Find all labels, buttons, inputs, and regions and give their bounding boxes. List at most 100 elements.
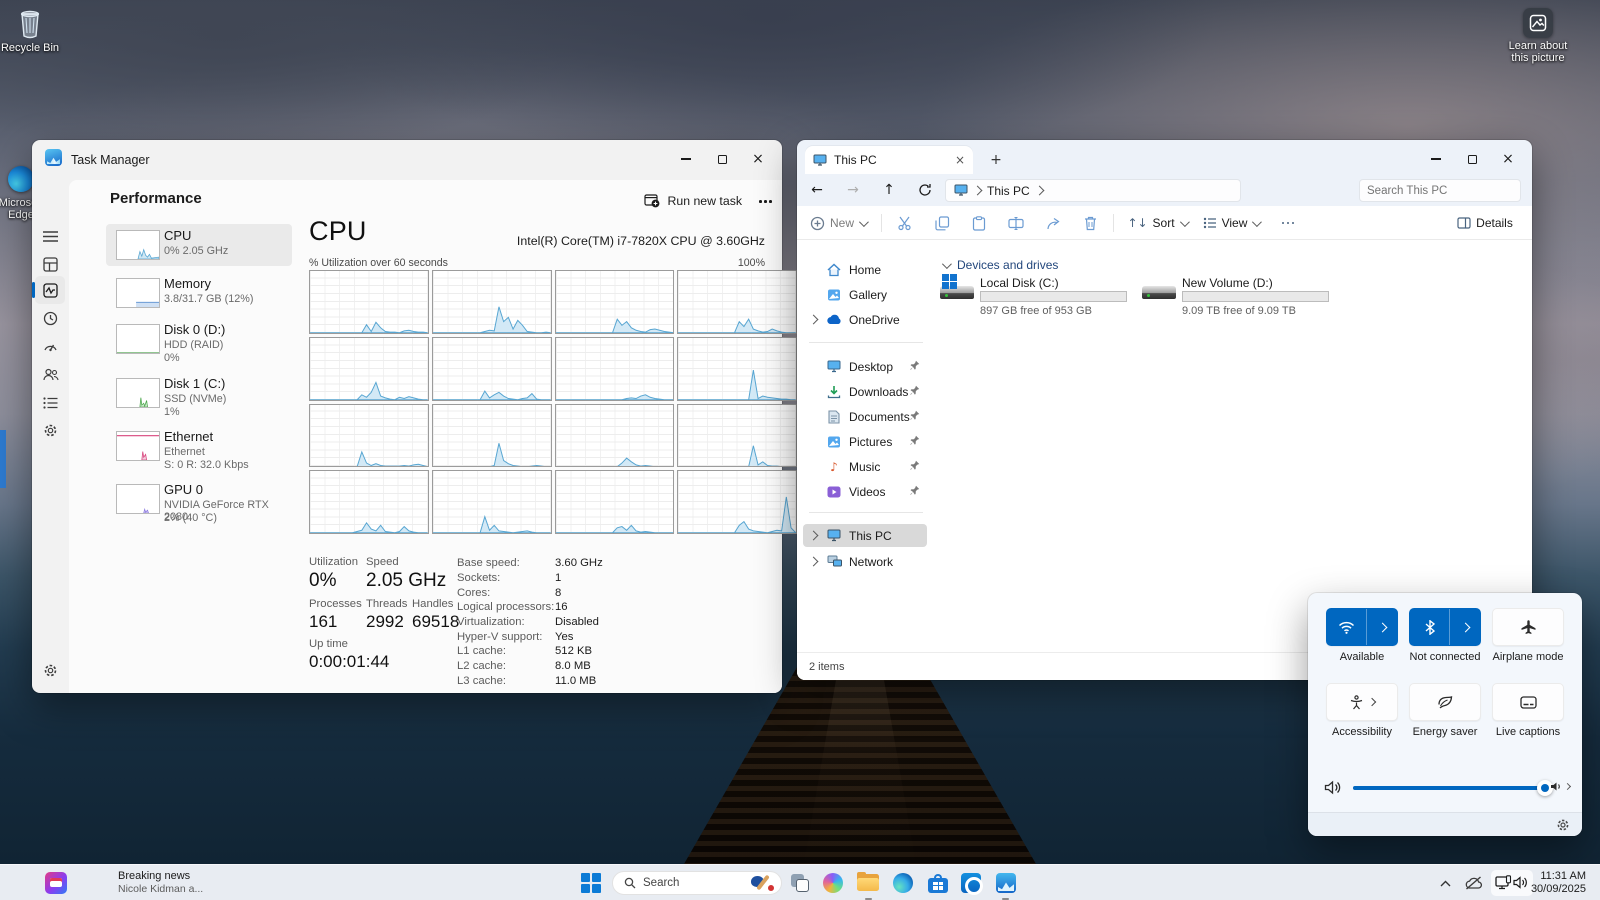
onedrive-tray-button[interactable] — [1462, 872, 1484, 894]
new-button[interactable]: New — [807, 212, 869, 234]
sidebar-item-home[interactable]: Home — [803, 258, 927, 281]
view-button[interactable]: View — [1197, 212, 1265, 234]
maximize-button[interactable] — [1454, 146, 1490, 172]
minimize-button[interactable] — [1418, 146, 1454, 172]
metric-item-gpu[interactable]: GPU 0 NVIDIA GeForce RTX 2080 2% (40 °C) — [106, 478, 292, 528]
bluetooth-tile[interactable] — [1409, 608, 1481, 646]
details-pane-button[interactable]: Details — [1450, 212, 1520, 234]
menu-icon[interactable] — [42, 228, 59, 245]
airplane-mode-tile[interactable] — [1492, 608, 1564, 646]
expand-chevron-icon[interactable] — [809, 531, 819, 541]
task-manager-titlebar[interactable]: Task Manager × — [32, 140, 782, 180]
performance-icon[interactable] — [42, 282, 59, 299]
more-options-button[interactable] — [755, 196, 776, 207]
address-bar[interactable]: This PC — [945, 179, 1241, 202]
cut-button[interactable] — [893, 212, 917, 234]
audio-output-button[interactable] — [1550, 780, 1570, 793]
store-button[interactable] — [927, 872, 949, 894]
sidebar-item-desktop[interactable]: Desktop — [803, 355, 927, 378]
start-button[interactable] — [580, 872, 602, 894]
tab-close-icon[interactable]: × — [955, 153, 965, 167]
copilot-button[interactable] — [822, 872, 844, 894]
processes-icon[interactable] — [42, 256, 59, 273]
bluetooth-icon[interactable] — [1410, 609, 1450, 645]
sidebar-item-downloads[interactable]: Downloads — [803, 380, 927, 403]
sidebar-item-pictures[interactable]: Pictures — [803, 430, 927, 453]
sidebar-item-gallery[interactable]: Gallery — [803, 283, 927, 306]
up-icon[interactable]: ↑ — [877, 179, 901, 201]
sort-button[interactable]: ↑↓ Sort — [1125, 212, 1189, 234]
clock[interactable]: 11:31 AM 30/09/2025 — [1531, 870, 1586, 896]
bluetooth-expand-button[interactable] — [1450, 609, 1480, 645]
sidebar-item-documents[interactable]: Documents — [803, 405, 927, 428]
metric-item-memory[interactable]: Memory 3.8/31.7 GB (12%) — [106, 272, 292, 314]
outlook-button[interactable] — [960, 872, 982, 894]
sidebar-item-music[interactable]: ♪ Music — [803, 455, 927, 478]
rename-button[interactable] — [1004, 212, 1028, 234]
minimize-button[interactable] — [668, 146, 704, 172]
startup-apps-icon[interactable] — [42, 338, 59, 355]
live-captions-label: Live captions — [1483, 726, 1573, 738]
refresh-icon[interactable] — [913, 179, 937, 201]
services-icon[interactable] — [42, 422, 59, 439]
sidebar-item-videos[interactable]: Videos — [803, 480, 927, 503]
tray-overflow-button[interactable] — [1434, 872, 1456, 894]
volume-slider[interactable] — [1353, 786, 1551, 790]
metric-item-disk0[interactable]: Disk 0 (D:) HDD (RAID) 0% — [106, 318, 292, 368]
taskbar-search[interactable]: Search — [612, 871, 782, 895]
desktop-icon-learn-about-picture[interactable]: Learn about this picture — [1502, 8, 1574, 64]
speaker-icon[interactable] — [1324, 779, 1343, 796]
wifi-tile[interactable] — [1326, 608, 1398, 646]
wifi-icon[interactable] — [1327, 609, 1367, 645]
sidebar-item-this-pc[interactable]: This PC — [803, 524, 927, 547]
metric-item-cpu[interactable]: CPU 0% 2.05 GHz — [106, 224, 292, 266]
share-button[interactable] — [1041, 212, 1065, 234]
search-box[interactable] — [1359, 179, 1521, 202]
edge-button[interactable] — [892, 872, 914, 894]
task-view-button[interactable] — [789, 872, 811, 894]
delete-button[interactable] — [1078, 212, 1102, 234]
drive-local-disk-c[interactable]: Local Disk (C:) 897 GB free of 953 GB — [940, 276, 1152, 322]
paste-button[interactable] — [967, 212, 991, 234]
cpu-core-chart — [309, 404, 429, 468]
search-input[interactable] — [1367, 185, 1521, 197]
see-more-button[interactable] — [1275, 212, 1301, 234]
details-icon[interactable] — [42, 394, 59, 411]
settings-gear-icon[interactable] — [1556, 818, 1570, 832]
explorer-navigation-bar: ← → ↑ This PC — [797, 174, 1532, 206]
close-button[interactable]: × — [740, 146, 776, 172]
file-explorer-button[interactable] — [857, 872, 879, 894]
task-manager-button[interactable] — [995, 872, 1017, 894]
sidebar-item-network[interactable]: Network — [803, 550, 927, 573]
new-tab-button[interactable]: + — [985, 149, 1007, 171]
store-icon — [928, 874, 948, 893]
run-new-task-button[interactable]: Run new task — [636, 190, 750, 212]
metric-item-ethernet[interactable]: Ethernet Ethernet S: 0 R: 32.0 Kbps — [106, 425, 292, 475]
breadcrumb-this-pc[interactable]: This PC — [987, 184, 1030, 198]
live-captions-tile[interactable] — [1492, 683, 1564, 721]
drive-new-volume-d[interactable]: New Volume (D:) 9.09 TB free of 9.09 TB — [1142, 276, 1354, 322]
maximize-button[interactable] — [704, 146, 740, 172]
app-history-icon[interactable] — [42, 310, 59, 327]
users-icon[interactable] — [42, 366, 59, 383]
system-tray-pill[interactable] — [1491, 870, 1533, 896]
metric-item-disk1[interactable]: Disk 1 (C:) SSD (NVMe) 1% — [106, 372, 292, 422]
settings-icon[interactable] — [42, 662, 59, 679]
back-icon[interactable]: ← — [805, 179, 829, 201]
widgets-button[interactable]: Breaking news Nicole Kidman a... — [36, 865, 226, 900]
desktop-icon-recycle-bin[interactable]: Recycle Bin — [0, 6, 66, 55]
expand-chevron-icon[interactable] — [809, 315, 819, 325]
accessibility-tile[interactable] — [1326, 683, 1398, 721]
copy-button[interactable] — [930, 212, 954, 234]
copy-icon — [935, 216, 950, 231]
explorer-tab[interactable]: This PC × — [805, 146, 973, 174]
close-button[interactable]: × — [1490, 146, 1526, 172]
sidebar-item-onedrive[interactable]: OneDrive — [803, 308, 927, 331]
capacity-bar — [1182, 291, 1329, 302]
pin-icon — [910, 435, 920, 446]
section-devices-and-drives[interactable]: Devices and drives — [942, 258, 1058, 272]
wifi-expand-button[interactable] — [1367, 609, 1397, 645]
forward-icon[interactable]: → — [841, 179, 865, 201]
energy-saver-tile[interactable] — [1409, 683, 1481, 721]
expand-chevron-icon[interactable] — [809, 557, 819, 567]
